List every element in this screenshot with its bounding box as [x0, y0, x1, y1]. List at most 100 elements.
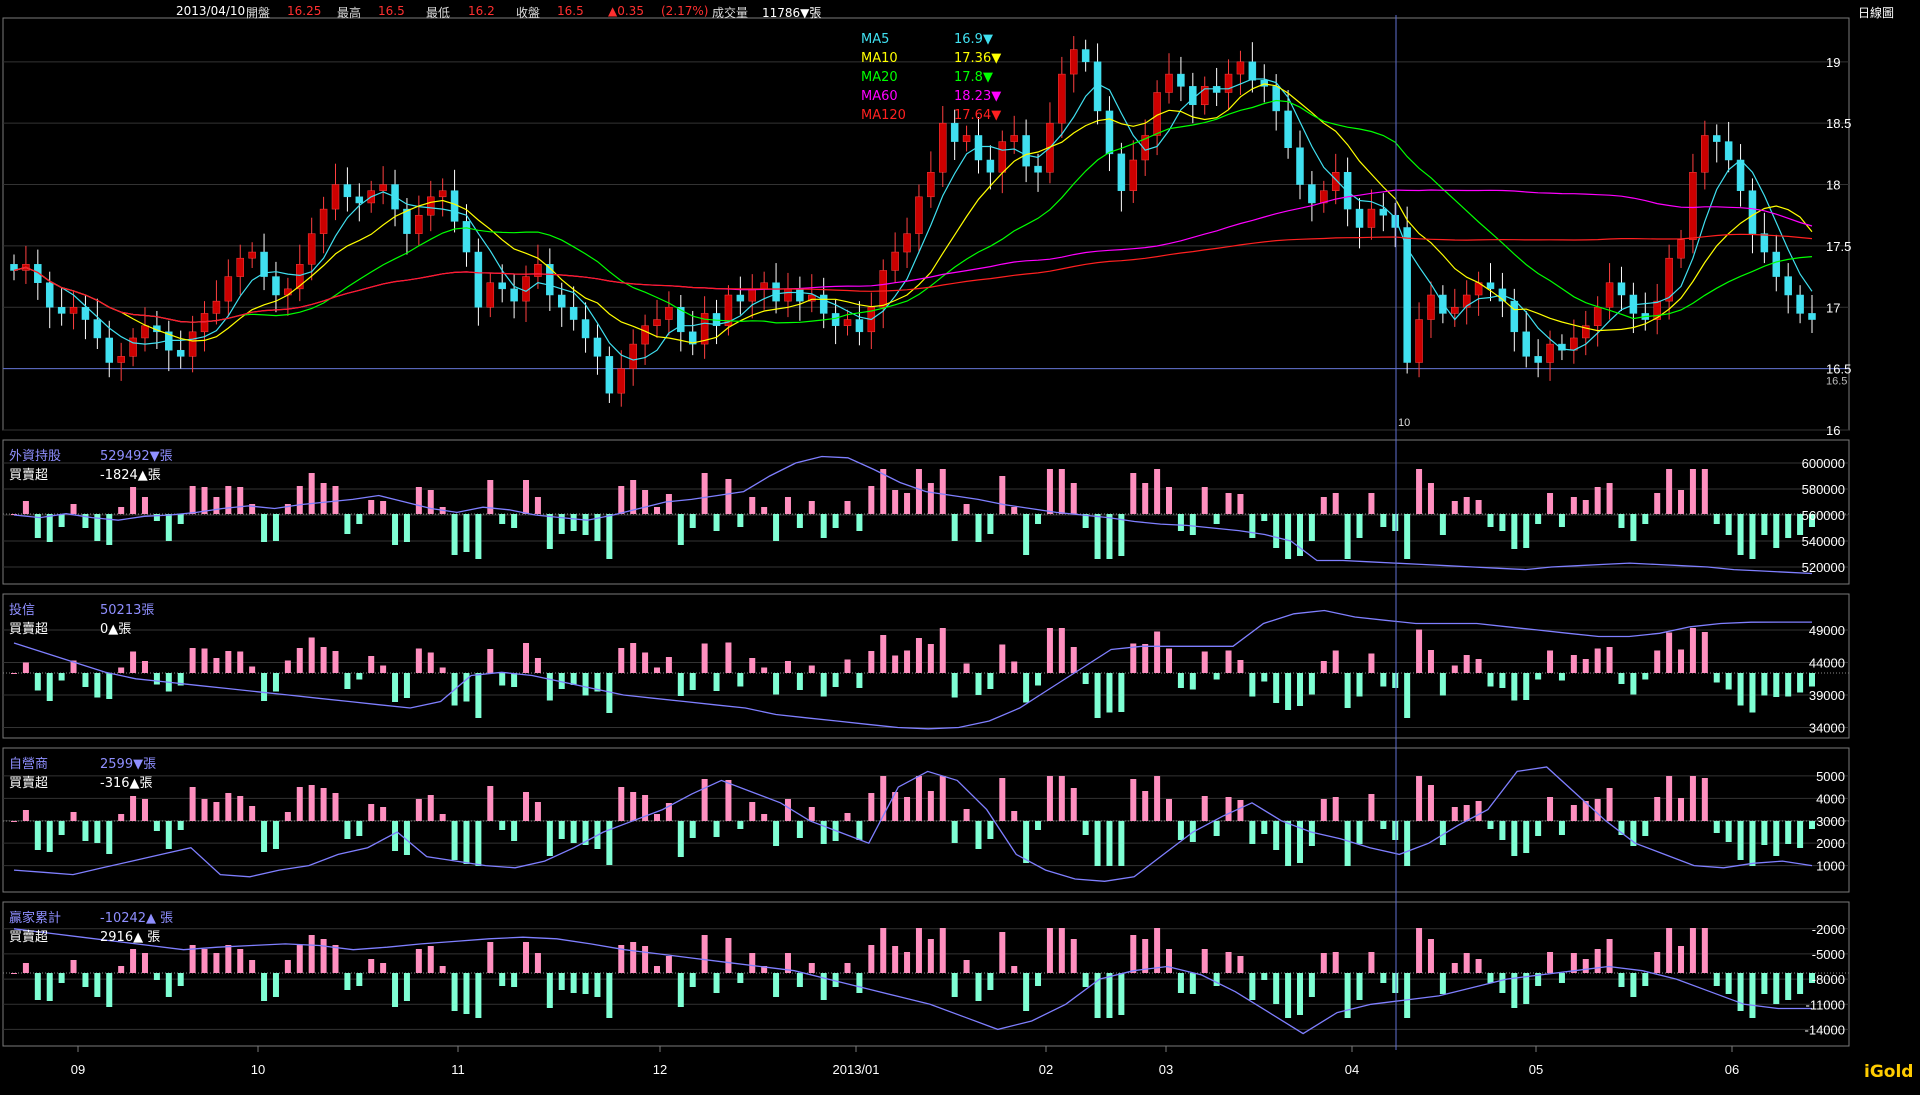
- foreign-bar: [832, 514, 839, 528]
- dealer-bar: [380, 807, 387, 821]
- dealer-bar: [868, 793, 875, 821]
- winner-value: -10242▲ 張: [100, 911, 174, 926]
- foreign-bar: [725, 479, 732, 514]
- candle: [1296, 147, 1304, 185]
- candle: [1177, 73, 1185, 87]
- candle: [736, 294, 745, 302]
- dealer-bar: [630, 792, 637, 821]
- trust-bar: [153, 673, 160, 685]
- dealer-bar: [796, 821, 803, 838]
- price-tick-label: 17: [1826, 300, 1840, 315]
- winner-bar: [237, 949, 244, 973]
- panel-frame-4: [2, 901, 1850, 1047]
- trust-bar: [1118, 673, 1125, 712]
- foreign-bar: [320, 483, 327, 514]
- foreign-bar: [1380, 514, 1387, 527]
- winner-bar: [1547, 952, 1554, 973]
- winner-bar: [1344, 973, 1351, 1018]
- dealer-bar: [749, 802, 756, 821]
- candle: [1677, 239, 1685, 259]
- foreign-bar: [189, 486, 196, 514]
- x-tick-label: 02: [1039, 1062, 1053, 1077]
- dealer-bar: [272, 821, 279, 849]
- foreign-bar: [1225, 493, 1232, 514]
- price-panel[interactable]: [3, 36, 1849, 407]
- trust-bar: [213, 658, 220, 673]
- foreign-bar: [1570, 497, 1577, 514]
- trust-bar: [392, 673, 399, 702]
- trust-bar: [1713, 673, 1720, 683]
- trust-bar: [951, 673, 958, 698]
- trust-bar: [344, 673, 351, 689]
- ma60-value: 18.23▼: [954, 89, 1002, 104]
- foreign-bar: [261, 514, 268, 542]
- trust-bar: [22, 662, 29, 673]
- trust-bar: [701, 643, 708, 673]
- foreign-bar: [1618, 514, 1625, 528]
- low-value: 16.2: [468, 4, 495, 18]
- winner-bar: [1475, 959, 1482, 973]
- candle: [986, 159, 995, 173]
- foreign-bar: [332, 486, 339, 514]
- winner-bar: [915, 928, 922, 973]
- foreign-bar: [1189, 514, 1196, 535]
- foreign-bar: [606, 514, 613, 559]
- trust-bar: [1630, 673, 1637, 695]
- trust-bar: [356, 673, 363, 680]
- dealer-bar: [1725, 821, 1732, 842]
- trust-bar: [725, 642, 732, 673]
- dealer-bar: [1177, 821, 1184, 840]
- trust-bar: [987, 673, 994, 689]
- candle: [141, 325, 149, 339]
- dealer-bar: [1749, 821, 1756, 866]
- foreign-tick-label: 520000: [1802, 560, 1845, 575]
- trust-bar: [689, 673, 696, 690]
- winner-bar: [82, 973, 89, 987]
- winner-bar: [1678, 946, 1685, 973]
- price-tick-label: 19: [1826, 55, 1840, 70]
- dealer-bar: [784, 799, 791, 821]
- dealer-tick-label: 4000: [1816, 791, 1845, 806]
- candle: [1308, 184, 1316, 204]
- dealer-bar: [713, 821, 720, 837]
- candle: [557, 294, 566, 308]
- winner-bar: [653, 966, 660, 973]
- period-label[interactable]: 日線圖: [1858, 4, 1894, 21]
- trust-title: 投信: [9, 603, 36, 618]
- trust-bar: [1344, 673, 1351, 708]
- foreign-bar: [427, 490, 434, 514]
- stock-chart[interactable]: 19 18.5 18 17.5 17 16.5 16 16.5 10 600000 580000 56…: [0, 0, 1920, 1095]
- chip-panels[interactable]: [3, 455, 1849, 1035]
- winner-bar: [1761, 973, 1768, 994]
- dealer-bar: [1594, 799, 1601, 821]
- dealer-bar: [534, 802, 541, 821]
- dealer-bar: [808, 807, 815, 821]
- candle: [748, 288, 757, 302]
- foreign-bar: [1535, 514, 1542, 524]
- winner-bar: [1725, 973, 1732, 994]
- trust-bar: [904, 650, 911, 673]
- dealer-bar: [1797, 821, 1804, 848]
- trust-bar: [1547, 650, 1554, 673]
- candle: [486, 282, 495, 308]
- header-date: 2013/04/10: [176, 4, 246, 18]
- dealer-bar: [1118, 821, 1125, 866]
- trust-bar: [1642, 673, 1649, 680]
- foreign-bar: [927, 483, 934, 514]
- dealer-bar: [213, 802, 220, 821]
- candle: [1236, 61, 1245, 75]
- candle: [1189, 86, 1197, 106]
- candle: [1784, 276, 1792, 296]
- foreign-bar: [1285, 514, 1292, 559]
- foreign-bar: [1035, 514, 1042, 524]
- winner-bar: [22, 963, 29, 973]
- trust-bar: [1189, 673, 1196, 690]
- candle: [641, 325, 649, 345]
- foreign-bar: [737, 514, 744, 527]
- winner-bar: [153, 973, 160, 980]
- dealer-bar: [1154, 776, 1161, 821]
- change-value: ▲0.35: [608, 4, 644, 18]
- foreign-bar: [368, 500, 375, 514]
- trust-bar: [1570, 655, 1577, 673]
- candle: [629, 343, 637, 369]
